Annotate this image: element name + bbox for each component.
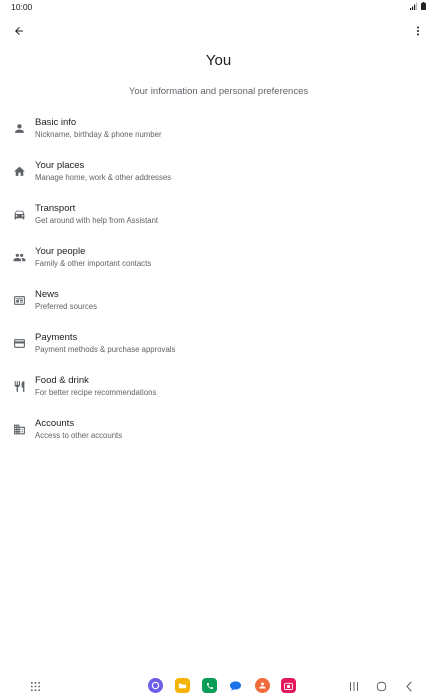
car-icon [12,207,26,221]
item-title: Basic info [35,117,77,128]
item-subtitle: Preferred sources [35,302,97,311]
item-subtitle: Nickname, birthday & phone number [35,130,162,139]
person-icon [12,121,26,135]
internet-app-icon[interactable] [148,678,163,693]
item-title: News [35,289,59,300]
settings-list: Basic info Nickname, birthday & phone nu… [0,112,437,456]
contacts-app-icon[interactable] [255,678,270,693]
more-options-button[interactable] [409,22,427,40]
app-bar [0,18,437,44]
apps-grid-icon [30,681,40,691]
list-item-transport[interactable]: Transport Get around with help from Assi… [0,198,437,241]
home-icon [12,164,26,178]
item-title: Payments [35,332,78,343]
signal-icon [410,2,418,10]
recent-apps-button[interactable] [347,680,361,692]
app-drawer-button[interactable] [28,680,42,692]
credit-card-icon [12,336,26,350]
list-item-news[interactable]: News Preferred sources [0,284,437,327]
recents-icon [350,681,358,691]
phone-app-icon[interactable] [202,678,217,693]
status-icons [410,2,426,10]
item-subtitle: Manage home, work & other addresses [35,173,172,182]
item-subtitle: Payment methods & purchase approvals [35,345,176,354]
list-item-food-drink[interactable]: Food & drink For better recipe recommend… [0,370,437,413]
building-icon [12,422,26,436]
my-files-app-icon[interactable] [175,678,190,693]
people-icon [12,250,26,264]
page-title: You [205,52,232,69]
camera-app-icon[interactable] [281,678,296,693]
system-nav-bar [0,672,437,700]
restaurant-icon [12,379,26,393]
battery-icon [421,2,426,10]
item-title: Transport [35,203,76,214]
item-subtitle: Get around with help from Assistant [35,216,159,225]
item-title: Accounts [35,418,75,429]
chevron-left-icon [406,681,412,691]
item-title: Your people [35,246,86,257]
news-icon [12,293,26,307]
arrow-back-icon [15,27,23,35]
item-subtitle: Access to other accounts [35,431,123,440]
list-item-your-places[interactable]: Your places Manage home, work & other ad… [0,155,437,198]
page-subtitle: Your information and personal preference… [128,86,309,97]
item-subtitle: Family & other important contacts [35,259,152,268]
home-button[interactable] [374,680,388,692]
messages-app-icon[interactable] [228,678,243,693]
back-button[interactable] [10,22,28,40]
list-item-accounts[interactable]: Accounts Access to other accounts [0,413,437,456]
item-title: Your places [35,160,85,171]
item-title: Food & drink [35,375,89,386]
list-item-your-people[interactable]: Your people Family & other important con… [0,241,437,284]
more-vert-icon [417,26,419,36]
item-subtitle: For better recipe recommendations [35,388,157,397]
status-time: 10:00 [11,2,33,12]
status-bar: 10:00 [0,0,437,14]
list-item-basic-info[interactable]: Basic info Nickname, birthday & phone nu… [0,112,437,155]
back-nav-button[interactable] [402,680,416,692]
home-circle-icon [376,681,386,691]
list-item-payments[interactable]: Payments Payment methods & purchase appr… [0,327,437,370]
